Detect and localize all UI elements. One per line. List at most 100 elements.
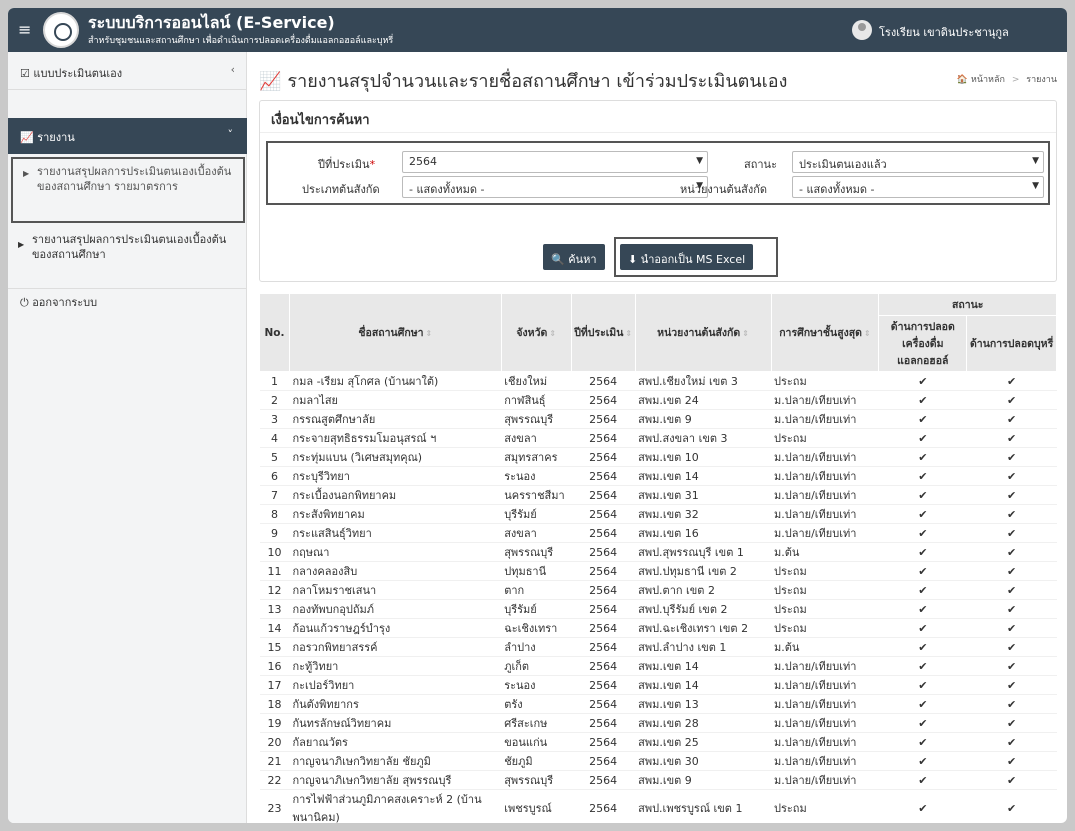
alcohol-status-check-icon: ✔ bbox=[878, 390, 967, 410]
export-excel-button[interactable]: ⬇ นำออกเป็น MS Excel bbox=[620, 244, 754, 270]
education-level: ประถม bbox=[771, 789, 879, 823]
year-label: ปีที่ประเมิน* bbox=[318, 158, 376, 171]
province: ระนอง bbox=[501, 675, 572, 695]
sidebar-subitem-report-by-measure[interactable]: ▶ รายงานสรุปผลการประเมินตนเองเบื้องต้นขอ… bbox=[11, 157, 245, 223]
col-agency[interactable]: หน่วยงานต้นสังกัด ⇕ bbox=[634, 293, 772, 372]
required-mark: * bbox=[369, 158, 376, 171]
row-no: 11 bbox=[259, 561, 290, 581]
type-select[interactable]: - แสดงทั้งหมด - ▼ bbox=[402, 176, 708, 198]
table-row: 1 กมล -เรียม สุโกศล (บ้านผาใต้) เชียงใหม่ 2… bbox=[259, 371, 1057, 391]
agency: สพป.สงขลา เขต 3 bbox=[635, 428, 771, 448]
col-level[interactable]: การศึกษาชั้นสูงสุด ⇕ bbox=[770, 293, 880, 372]
row-no: 8 bbox=[259, 504, 290, 524]
province: ภูเก็ต bbox=[501, 656, 572, 676]
agency-select[interactable]: - แสดงทั้งหมด - ▼ bbox=[792, 176, 1044, 198]
education-level: ประถม bbox=[771, 561, 879, 581]
province: นครราชสีมา bbox=[501, 485, 572, 505]
row-no: 5 bbox=[259, 447, 290, 467]
search-button[interactable]: 🔍 ค้นหา bbox=[543, 244, 605, 270]
row-no: 12 bbox=[259, 580, 290, 600]
table-row: 21 กาญจนาภิเษกวิทยาลัย ชัยภูมิ ชัยภูมิ 2564… bbox=[259, 751, 1057, 771]
agency: สพม.เขต 9 bbox=[635, 770, 771, 790]
row-no: 16 bbox=[259, 656, 290, 676]
school-name: กระเบื้องนอกพิทยาคม bbox=[289, 485, 502, 505]
school-name: กระจายสุทธิธรรมโมอนุสรณ์ ฯ bbox=[289, 428, 502, 448]
sidebar-item-report[interactable]: 📈 รายงาน ˅ bbox=[8, 118, 247, 154]
user-name[interactable]: โรงเรียน เขาดินประชานุกูล bbox=[879, 23, 1009, 41]
edit-check-icon: ☑ bbox=[20, 67, 30, 80]
year: 2564 bbox=[571, 409, 636, 429]
breadcrumb-home[interactable]: หน้าหลัก bbox=[971, 75, 1005, 85]
education-level: ประถม bbox=[771, 599, 879, 619]
province: บุรีรัมย์ bbox=[501, 504, 572, 524]
breadcrumb-separator: > bbox=[1011, 75, 1020, 85]
province: ระนอง bbox=[501, 466, 572, 486]
school-table: No. ชื่อสถานศึกษา ⇕ จังหวัด ⇕ ปีที่ประเมิน… bbox=[259, 293, 1057, 823]
sidebar-item-label: แบบประเมินตนเอง bbox=[33, 67, 123, 80]
col-year[interactable]: ปีที่ประเมิน ⇕ bbox=[570, 293, 636, 372]
school-name: กรรณสูตศึกษาลัย bbox=[289, 409, 502, 429]
education-level: ม.ปลาย/เทียบเท่า bbox=[771, 409, 879, 429]
alcohol-status-check-icon: ✔ bbox=[878, 428, 967, 448]
col-no[interactable]: No. bbox=[259, 293, 290, 372]
col-name[interactable]: ชื่อสถานศึกษา ⇕ bbox=[288, 293, 502, 372]
agency: สพม.เขต 13 bbox=[635, 694, 771, 714]
school-name: กลางคลองสิบ bbox=[289, 561, 502, 581]
chevron-down-icon: ˅ bbox=[227, 128, 234, 141]
province: ชัยภูมิ bbox=[501, 751, 572, 771]
col-tobacco[interactable]: ด้านการปลอดบุหรี่ bbox=[966, 315, 1057, 372]
chevron-down-icon: ▼ bbox=[1032, 181, 1039, 191]
education-level: ม.ปลาย/เทียบเท่า bbox=[771, 732, 879, 752]
education-level: ม.ปลาย/เทียบเท่า bbox=[771, 713, 879, 733]
province: สุพรรณบุรี bbox=[501, 409, 572, 429]
user-avatar-icon[interactable] bbox=[852, 20, 872, 40]
sidebar-item-logout[interactable]: ⏻ ออกจากระบบ bbox=[8, 288, 247, 312]
year: 2564 bbox=[571, 561, 636, 581]
education-level: ม.ปลาย/เทียบเท่า bbox=[771, 447, 879, 467]
year: 2564 bbox=[571, 599, 636, 619]
agency: สพม.เขต 28 bbox=[635, 713, 771, 733]
col-alcohol[interactable]: ด้านการปลอดเครื่องดื่มแอลกอฮอล์ bbox=[878, 315, 968, 372]
education-level: ม.ปลาย/เทียบเท่า bbox=[771, 694, 879, 714]
province: กาฬสินธุ์ bbox=[501, 390, 572, 410]
tobacco-status-check-icon: ✔ bbox=[966, 637, 1057, 657]
menu-toggle-icon[interactable]: ≡ bbox=[18, 20, 31, 39]
table-row: 16 กะทู้วิทยา ภูเก็ต 2564 สพม.เขต 14 ม.ปลาย/เ… bbox=[259, 656, 1057, 676]
app-frame: ≡ ระบบบริการออนไลน์ (E-Service) สำหรับชุ… bbox=[8, 8, 1067, 823]
row-no: 2 bbox=[259, 390, 290, 410]
search-panel: เงื่อนไขการค้นหา ปีที่ประเมิน* 2564 ▼ สถา… bbox=[259, 100, 1057, 282]
tobacco-status-check-icon: ✔ bbox=[966, 751, 1057, 771]
year: 2564 bbox=[571, 618, 636, 638]
education-level: ม.ปลาย/เทียบเท่า bbox=[771, 656, 879, 676]
alcohol-status-check-icon: ✔ bbox=[878, 770, 967, 790]
row-no: 20 bbox=[259, 732, 290, 752]
col-province[interactable]: จังหวัด ⇕ bbox=[500, 293, 572, 372]
row-no: 21 bbox=[259, 751, 290, 771]
education-level: ม.ปลาย/เทียบเท่า bbox=[771, 504, 879, 524]
status-select[interactable]: ประเมินตนเองแล้ว ▼ bbox=[792, 151, 1044, 173]
sidebar-item-label: รายงานสรุปผลการประเมินตนเองเบื้องต้นของส… bbox=[37, 165, 232, 193]
table-row: 2 กมลาไสย กาฬสินธุ์ 2564 สพม.เขต 24 ม.ปลาย/เท… bbox=[259, 390, 1057, 410]
status-label: สถานะ bbox=[744, 158, 777, 171]
year: 2564 bbox=[571, 466, 636, 486]
year: 2564 bbox=[571, 542, 636, 562]
row-no: 22 bbox=[259, 770, 290, 790]
table-row: 17 กะเปอร์วิทยา ระนอง 2564 สพม.เขต 14 ม.ปลาย/… bbox=[259, 675, 1057, 695]
school-name: กะเปอร์วิทยา bbox=[289, 675, 502, 695]
year-select[interactable]: 2564 ▼ bbox=[402, 151, 708, 173]
row-no: 13 bbox=[259, 599, 290, 619]
province: สมุทรสาคร bbox=[501, 447, 572, 467]
school-name: กฤษณา bbox=[289, 542, 502, 562]
table-row: 14 ก้อนแก้วราษฎร์บำรุง ฉะเชิงเทรา 2564 สพป.ฉ… bbox=[259, 618, 1057, 638]
row-no: 6 bbox=[259, 466, 290, 486]
school-name: กระทุ่มแบน (วิเศษสมุทคุณ) bbox=[289, 447, 502, 467]
sidebar-item-label: รายงาน bbox=[37, 131, 75, 144]
table-row: 18 กันตังพิทยากร ตรัง 2564 สพม.เขต 13 ม.ปลาย/… bbox=[259, 694, 1057, 714]
tobacco-status-check-icon: ✔ bbox=[966, 770, 1057, 790]
tobacco-status-check-icon: ✔ bbox=[966, 561, 1057, 581]
tobacco-status-check-icon: ✔ bbox=[966, 504, 1057, 524]
year: 2564 bbox=[571, 713, 636, 733]
agency: สพม.เขต 30 bbox=[635, 751, 771, 771]
sidebar-subitem-report-summary[interactable]: ▶ รายงานสรุปผลการประเมินตนเองเบื้องต้นขอ… bbox=[8, 230, 247, 272]
sidebar-item-assessment[interactable]: ☑ แบบประเมินตนเอง ‹ bbox=[8, 52, 247, 90]
